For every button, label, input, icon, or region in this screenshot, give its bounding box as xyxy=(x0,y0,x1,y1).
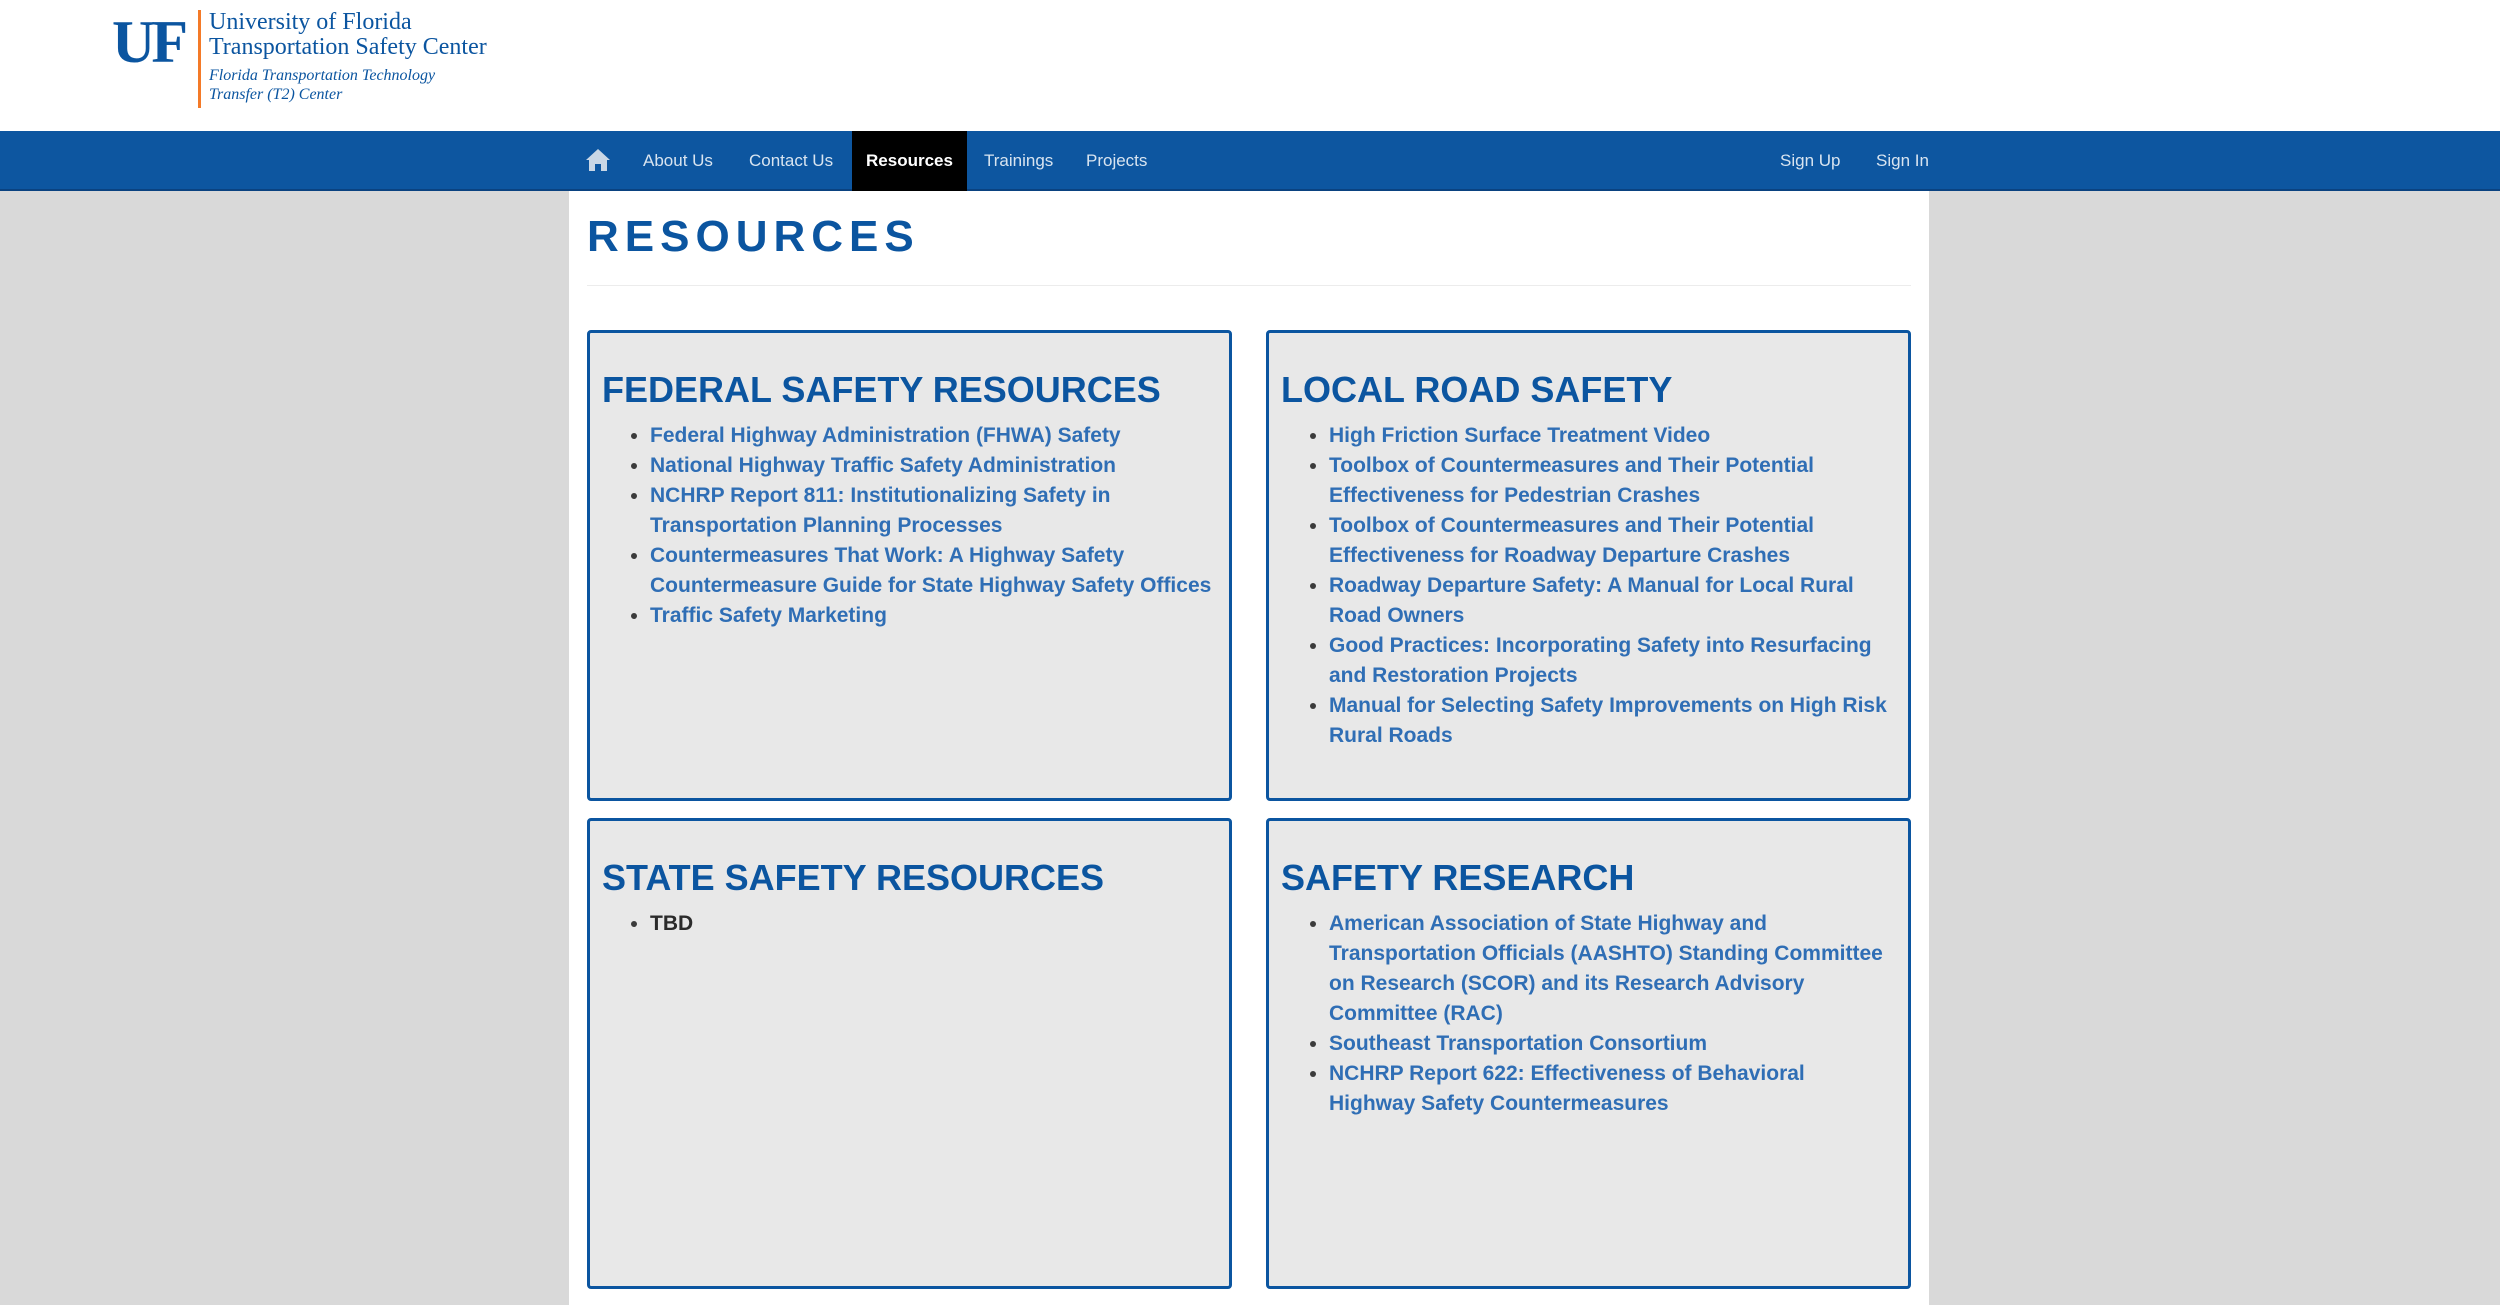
card-title: STATE SAFETY RESOURCES xyxy=(602,857,1105,898)
card-state-safety-resources: STATE SAFETY RESOURCES TBD xyxy=(587,818,1232,1289)
list-item: National Highway Traffic Safety Administ… xyxy=(650,451,1217,481)
list-item: Toolbox of Countermeasures and Their Pot… xyxy=(1329,451,1896,511)
list-item: Good Practices: Incorporating Safety int… xyxy=(1329,631,1896,691)
link-list: American Association of State Highway an… xyxy=(1281,909,1896,1119)
card-safety-research: SAFETY RESEARCH American Association of … xyxy=(1266,818,1911,1289)
title-divider xyxy=(587,285,1911,286)
main-content: RESOURCES FEDERAL SAFETY RESOURCES Feder… xyxy=(569,191,1929,1305)
logo-university-name: University of Florida xyxy=(208,9,412,35)
list-item: Manual for Selecting Safety Improvements… xyxy=(1329,691,1896,751)
list-item: Federal Highway Administration (FHWA) Sa… xyxy=(650,421,1217,451)
logo-text: University of Florida Transportation Saf… xyxy=(209,10,487,110)
placeholder-text: TBD xyxy=(650,912,694,935)
card-local-road-safety: LOCAL ROAD SAFETY High Friction Surface … xyxy=(1266,330,1911,801)
resource-link[interactable]: Roadway Departure Safety: A Manual for L… xyxy=(1329,574,1854,627)
logo-divider xyxy=(197,10,201,108)
nav-resources[interactable]: Resources xyxy=(852,131,967,191)
logo-center-name: Transportation Safety Center xyxy=(208,34,487,60)
resource-link[interactable]: Countermeasures That Work: A Highway Saf… xyxy=(650,544,1211,597)
resource-link[interactable]: American Association of State Highway an… xyxy=(1329,912,1883,1025)
list-item: NCHRP Report 811: Institutionalizing Saf… xyxy=(650,481,1217,541)
list-item: Southeast Transportation Consortium xyxy=(1329,1029,1896,1059)
resource-link[interactable]: Toolbox of Countermeasures and Their Pot… xyxy=(1329,454,1814,507)
link-list: High Friction Surface Treatment Video To… xyxy=(1281,421,1896,751)
link-list: TBD xyxy=(602,909,1217,939)
resource-link[interactable]: Toolbox of Countermeasures and Their Pot… xyxy=(1329,514,1814,567)
list-item: American Association of State Highway an… xyxy=(1329,909,1896,1029)
resource-link[interactable]: Traffic Safety Marketing xyxy=(650,604,887,627)
resource-link[interactable]: Manual for Selecting Safety Improvements… xyxy=(1329,694,1887,747)
logo-subtitle-2: Transfer (T2) Center xyxy=(208,86,343,103)
resource-link[interactable]: NCHRP Report 622: Effectiveness of Behav… xyxy=(1329,1062,1805,1115)
resource-link[interactable]: Good Practices: Incorporating Safety int… xyxy=(1329,634,1872,687)
list-item: High Friction Surface Treatment Video xyxy=(1329,421,1896,451)
list-item: TBD xyxy=(650,909,1217,939)
resource-link[interactable]: Federal Highway Administration (FHWA) Sa… xyxy=(650,424,1121,447)
card-title: FEDERAL SAFETY RESOURCES xyxy=(602,369,1161,410)
link-list: Federal Highway Administration (FHWA) Sa… xyxy=(602,421,1217,631)
nav-projects[interactable]: Projects xyxy=(1068,131,1165,191)
nav-about-us[interactable]: About Us xyxy=(625,131,731,191)
home-icon[interactable] xyxy=(585,147,611,173)
main-navbar: About Us Contact Us Resources Trainings … xyxy=(0,131,2500,191)
list-item: Countermeasures That Work: A Highway Saf… xyxy=(650,541,1217,601)
nav-trainings[interactable]: Trainings xyxy=(966,131,1071,191)
resource-link[interactable]: High Friction Surface Treatment Video xyxy=(1329,424,1710,447)
resource-link[interactable]: Southeast Transportation Consortium xyxy=(1329,1032,1707,1055)
card-title: SAFETY RESEARCH xyxy=(1281,857,1635,898)
resource-link[interactable]: NCHRP Report 811: Institutionalizing Saf… xyxy=(650,484,1111,537)
nav-sign-up[interactable]: Sign Up xyxy=(1762,131,1858,191)
list-item: Roadway Departure Safety: A Manual for L… xyxy=(1329,571,1896,631)
list-item: Traffic Safety Marketing xyxy=(650,601,1217,631)
logo-subtitle-1: Florida Transportation Technology xyxy=(208,67,436,84)
page-title: RESOURCES xyxy=(587,212,920,261)
resource-link[interactable]: National Highway Traffic Safety Administ… xyxy=(650,454,1116,477)
card-title: LOCAL ROAD SAFETY xyxy=(1281,369,1673,410)
list-item: NCHRP Report 622: Effectiveness of Behav… xyxy=(1329,1059,1896,1119)
card-federal-safety-resources: FEDERAL SAFETY RESOURCES Federal Highway… xyxy=(587,330,1232,801)
uf-logo[interactable]: UF University of Florida Transportation … xyxy=(112,10,487,110)
nav-sign-in[interactable]: Sign In xyxy=(1858,131,1947,191)
nav-contact-us[interactable]: Contact Us xyxy=(731,131,851,191)
uf-logo-mark: UF xyxy=(112,9,188,75)
list-item: Toolbox of Countermeasures and Their Pot… xyxy=(1329,511,1896,571)
site-header: UF University of Florida Transportation … xyxy=(0,0,2500,131)
